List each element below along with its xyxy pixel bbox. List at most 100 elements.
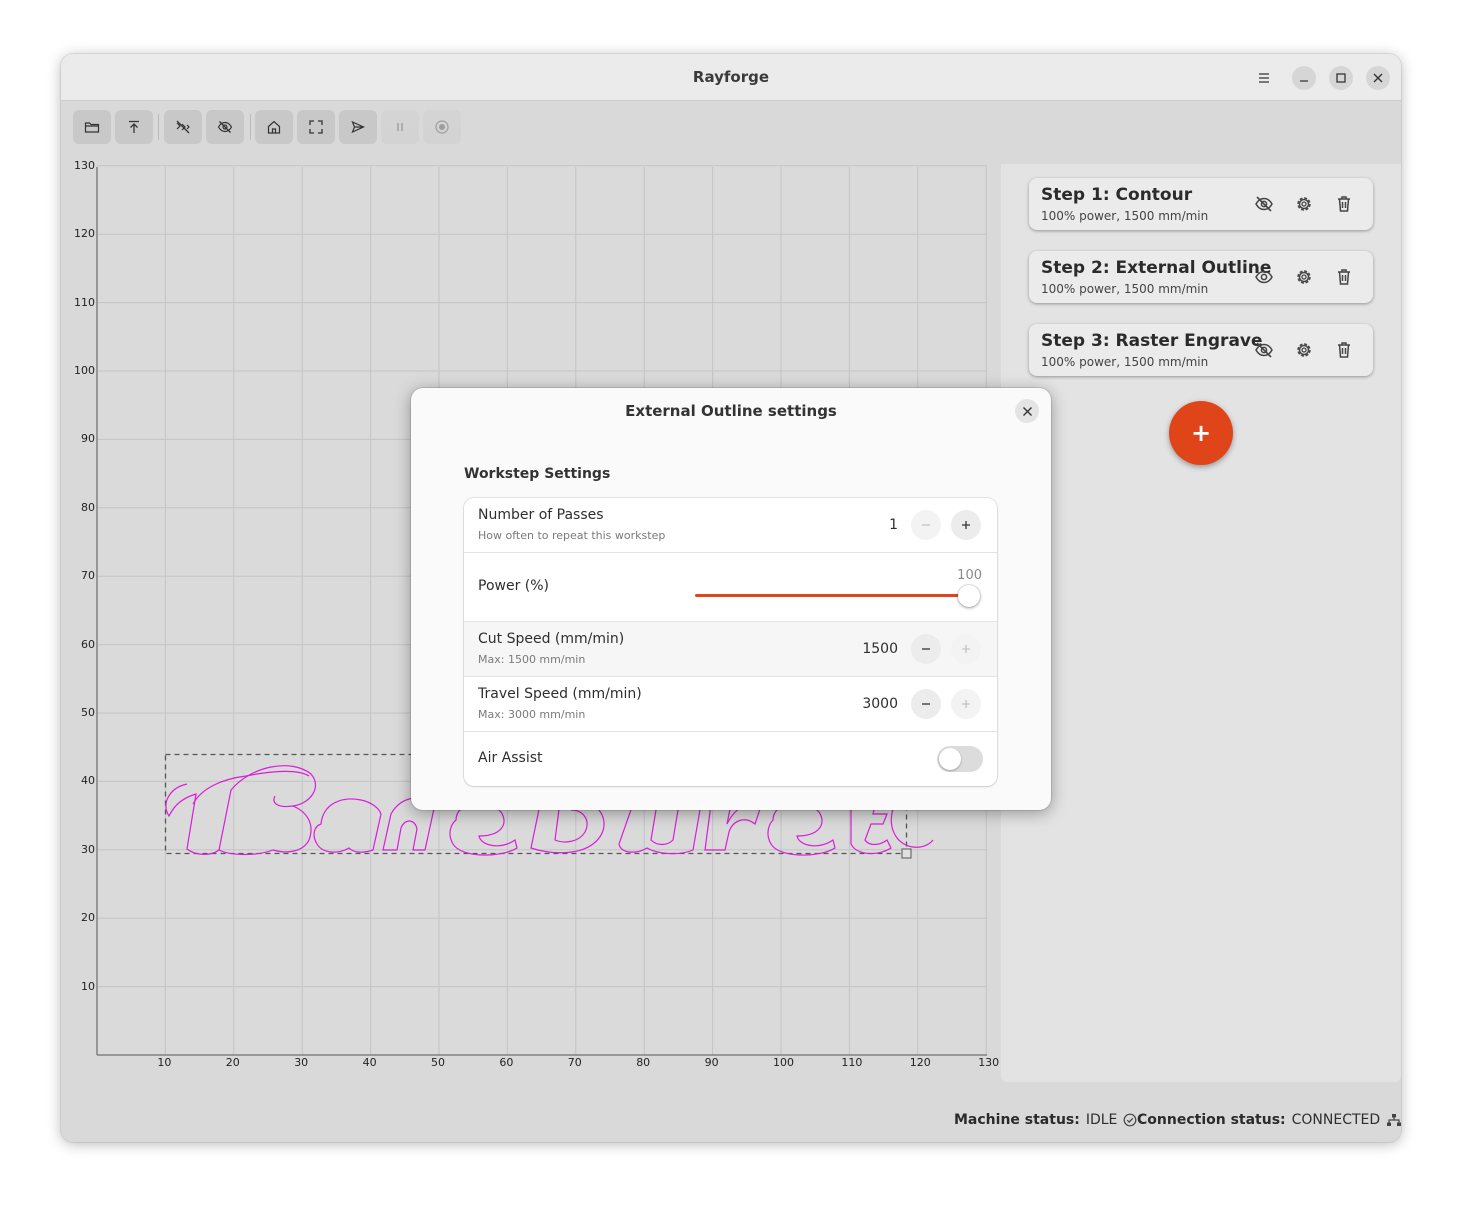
gear-icon — [1297, 270, 1311, 284]
check-circle-icon — [1124, 1113, 1137, 1127]
frame-button[interactable] — [297, 110, 335, 144]
home-icon — [267, 120, 281, 134]
dialog-close-button[interactable] — [1015, 399, 1039, 423]
y-axis-tick-label: 20 — [81, 911, 95, 925]
y-axis-tick-label: 100 — [74, 364, 95, 377]
x-axis-tick-label: 70 — [567, 1056, 582, 1069]
open-button[interactable] — [73, 110, 111, 144]
power-value: 100 — [957, 568, 982, 583]
x-axis-tick-label: 110 — [841, 1056, 863, 1069]
send-button[interactable] — [339, 110, 377, 144]
trash-icon — [1338, 269, 1350, 285]
y-axis-tick-label: 30 — [81, 842, 95, 856]
passes-value[interactable]: 1 — [838, 517, 898, 533]
stop-button[interactable] — [423, 110, 461, 144]
step-card-raster-engrave[interactable]: Step 3: Raster Engrave 100% power, 1500 … — [1029, 324, 1373, 376]
power-title: Power (%) — [478, 578, 550, 594]
step-delete-button[interactable] — [1333, 266, 1355, 288]
travel-speed-subtitle: Max: 3000 mm/min — [478, 708, 586, 721]
resize-handle[interactable] — [901, 848, 912, 859]
frame-icon — [309, 120, 323, 134]
section-title: Workstep Settings — [464, 466, 611, 482]
visibility-toggle[interactable] — [1253, 339, 1275, 361]
y-axis-tick-label: 50 — [81, 706, 95, 719]
stop-icon — [435, 120, 449, 134]
step-settings-button[interactable] — [1293, 193, 1315, 215]
step-subtitle: 100% power, 1500 mm/min — [1041, 355, 1209, 369]
connection-status-value: CONNECTED — [1291, 1112, 1381, 1128]
maximize-button[interactable] — [1329, 66, 1353, 90]
step-title: Step 3: Raster Engrave — [1041, 331, 1263, 351]
eye-icon — [1255, 270, 1273, 284]
import-icon — [129, 120, 139, 133]
cut-speed-row: Cut Speed (mm/min) Max: 1500 mm/min 1500 — [464, 622, 997, 677]
step-card-external-outline[interactable]: Step 2: External Outline 100% power, 150… — [1029, 251, 1373, 303]
hide-travel-icon — [176, 120, 190, 134]
passes-title: Number of Passes — [478, 507, 604, 523]
y-axis-tick-label: 130 — [74, 158, 95, 172]
x-axis-tick-label: 100 — [773, 1056, 794, 1069]
close-window-button[interactable] — [1366, 66, 1390, 90]
machine-status-label: Machine status: — [954, 1112, 1080, 1128]
y-axis-tick-label: 110 — [74, 295, 95, 309]
y-axis-tick-label: 90 — [81, 432, 95, 446]
power-slider-track[interactable] — [695, 594, 969, 597]
home-button[interactable] — [255, 110, 293, 144]
cut-speed-value[interactable]: 1500 — [838, 641, 898, 657]
machine-status-value: IDLE — [1085, 1112, 1118, 1128]
air-assist-row: Air Assist — [464, 732, 997, 786]
cut-speed-increment-button[interactable] — [951, 634, 981, 664]
passes-subtitle: How often to repeat this workstep — [478, 529, 666, 542]
minimize-button[interactable] — [1292, 66, 1316, 90]
step-delete-button[interactable] — [1333, 193, 1355, 215]
maximize-icon — [1336, 73, 1346, 83]
window-title: Rayforge — [692, 68, 770, 86]
network-icon — [1387, 1114, 1401, 1126]
x-axis-tick-label: 20 — [225, 1056, 240, 1069]
toggle-knob — [939, 748, 961, 770]
menu-button[interactable] — [1252, 66, 1276, 90]
step-settings-button[interactable] — [1293, 339, 1315, 361]
gear-icon — [1297, 197, 1311, 211]
visibility-toggle[interactable] — [1253, 266, 1275, 288]
step-settings-button[interactable] — [1293, 266, 1315, 288]
step-delete-button[interactable] — [1333, 339, 1355, 361]
open-folder-icon — [84, 122, 100, 133]
close-icon — [1373, 73, 1383, 83]
toggle-travel-button[interactable] — [164, 110, 202, 144]
x-axis-tick-label: 120 — [909, 1056, 931, 1069]
add-step-button[interactable]: + — [1169, 401, 1233, 465]
step-title: Step 2: External Outline — [1041, 258, 1272, 278]
passes-decrement-button[interactable] — [911, 510, 941, 540]
import-button[interactable] — [115, 110, 153, 144]
power-slider-handle[interactable] — [958, 585, 980, 607]
air-assist-toggle[interactable] — [937, 746, 983, 772]
x-axis-tick-label: 80 — [636, 1056, 651, 1069]
travel-speed-increment-button[interactable] — [951, 689, 981, 719]
minus-icon — [922, 703, 930, 705]
eye-slash-icon — [1255, 196, 1273, 212]
title-bar: Rayforge — [61, 54, 1401, 101]
x-axis-tick-label: 60 — [499, 1056, 514, 1069]
travel-speed-value[interactable]: 3000 — [838, 696, 898, 712]
send-icon — [351, 120, 365, 134]
visibility-toggle[interactable] — [1253, 193, 1275, 215]
settings-list: Number of Passes How often to repeat thi… — [464, 498, 997, 786]
close-icon — [1022, 406, 1032, 416]
x-axis-tick-label: 40 — [362, 1056, 377, 1069]
power-row: Power (%) 100 — [464, 553, 997, 622]
plus-icon — [962, 645, 970, 653]
cut-speed-decrement-button[interactable] — [911, 634, 941, 664]
cut-speed-title: Cut Speed (mm/min) — [478, 631, 625, 647]
toggle-visibility-button[interactable] — [206, 110, 244, 144]
settings-dialog: External Outline settings Workstep Setti… — [411, 388, 1051, 810]
y-axis-tick-label: 70 — [81, 569, 95, 583]
minus-icon — [922, 648, 930, 650]
passes-increment-button[interactable] — [951, 510, 981, 540]
pause-button[interactable] — [381, 110, 419, 144]
pause-icon — [397, 123, 403, 131]
step-card-contour[interactable]: Step 1: Contour 100% power, 1500 mm/min — [1029, 178, 1373, 230]
travel-speed-decrement-button[interactable] — [911, 689, 941, 719]
y-axis-tick-label: 40 — [81, 774, 95, 788]
x-axis-tick-label: 10 — [157, 1056, 172, 1069]
